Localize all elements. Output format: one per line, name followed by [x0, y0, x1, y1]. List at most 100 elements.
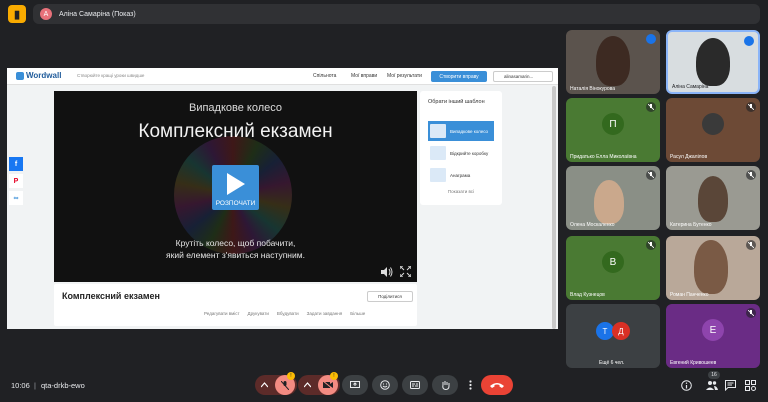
presenting-chip[interactable]: А Аліна Самаріна (Показ)	[33, 4, 760, 24]
meet-app-icon[interactable]: ▮	[8, 5, 26, 23]
bottom-bar: 10:06 | qta-drkb-ewo ! ! 16	[0, 370, 768, 402]
participant-tile[interactable]: П Придатько Елла Миколаївна	[566, 98, 660, 162]
nav-community[interactable]: Спільнота	[313, 73, 336, 79]
template-option[interactable]: Анаграма	[428, 165, 494, 185]
share-button[interactable]: Поділитися	[367, 291, 413, 302]
mic-off-icon	[746, 170, 756, 180]
participant-tile[interactable]: Е Евгений Кривошеев	[666, 304, 760, 368]
camera-control[interactable]: !	[298, 372, 340, 395]
hang-up-icon	[490, 383, 504, 388]
user-menu[interactable]: alinasamarin...	[493, 71, 553, 82]
more-link[interactable]: Більше	[350, 311, 365, 316]
mic-off-icon	[746, 308, 756, 318]
volume-icon[interactable]	[381, 267, 393, 277]
meeting-code[interactable]: qta-drkb-ewo	[41, 381, 85, 390]
more-vert-icon	[468, 380, 472, 390]
box-thumb-icon	[430, 146, 446, 160]
participant-name: Расул Джалілов	[670, 154, 708, 160]
meeting-info-button[interactable]	[680, 379, 692, 391]
participant-tile[interactable]: Наталія Вінокурова	[566, 30, 660, 94]
activities-button[interactable]	[744, 379, 756, 391]
activity-title: Комплексний екзамен	[138, 121, 333, 142]
anagram-thumb-icon	[430, 168, 446, 182]
participant-avatar-photo	[702, 113, 724, 135]
pinterest-icon[interactable]: P	[9, 174, 23, 188]
facebook-icon[interactable]: f	[9, 157, 23, 171]
page-scrollbar[interactable]	[552, 86, 556, 329]
captions-button[interactable]	[402, 375, 428, 395]
nav-my-results[interactable]: Мої результати	[387, 73, 422, 79]
activity-info-title: Комплексний екзамен	[62, 291, 160, 301]
social-share-rail: f P ∞	[9, 157, 23, 208]
link-icon[interactable]: ∞	[9, 191, 23, 205]
participant-video	[698, 176, 728, 222]
raise-hand-button[interactable]	[432, 375, 458, 395]
wordwall-logo-text: Wordwall	[26, 71, 62, 80]
participant-name: Олена Москаленко	[570, 222, 615, 228]
mic-off-icon	[746, 240, 756, 250]
participant-video	[694, 240, 728, 294]
participant-avatar: Д	[612, 322, 630, 340]
edit-content-link[interactable]: Редагувати вміст	[204, 311, 240, 316]
people-icon	[706, 381, 718, 390]
participant-tile[interactable]: Расул Джалілов	[666, 98, 760, 162]
template-panel: Обрати інший шаблон Випадкове колесо Від…	[420, 91, 502, 205]
participant-tile[interactable]: Катерина Бутенко	[666, 166, 760, 230]
participant-tile[interactable]: В Влад Кузнецов	[566, 236, 660, 300]
clock: 10:06	[11, 381, 30, 390]
meet-window: ▮ А Аліна Самаріна (Показ) Wordwall Ство…	[0, 0, 768, 402]
leave-call-button[interactable]	[481, 375, 513, 395]
wheel-thumb-icon	[430, 124, 446, 138]
participant-video	[594, 180, 624, 224]
mic-off-icon	[746, 102, 756, 112]
emoji-icon	[380, 380, 390, 390]
chat-icon	[724, 379, 736, 391]
print-link[interactable]: Друкувати	[248, 311, 269, 316]
participant-tile[interactable]: Олена Москаленко	[566, 166, 660, 230]
template-name: Випадкове колесо	[188, 102, 282, 114]
activity-hint: Крутіть колесо, щоб побачити, який елеме…	[54, 237, 417, 261]
people-count-badge: 16	[708, 371, 720, 379]
activity-player[interactable]: Випадкове колесо Комплексний екзамен РОЗ…	[54, 91, 417, 282]
show-all-templates-link[interactable]: Показати всі	[420, 189, 502, 194]
chevron-up-icon[interactable]	[261, 382, 268, 388]
create-activity-button[interactable]: Створити вправу	[431, 71, 487, 82]
participant-name: Влад Кузнецов	[570, 292, 605, 298]
assign-link[interactable]: Задати завдання	[307, 311, 343, 316]
more-participants-tile[interactable]: Т Д Ещё 6 чел.	[566, 304, 660, 368]
camera-warning-badge: !	[330, 372, 338, 380]
participant-tile[interactable]: Аліна Самаріна	[666, 30, 760, 94]
present-button[interactable]	[342, 375, 368, 395]
template-option[interactable]: Відкрийте коробку	[428, 143, 494, 163]
more-participants-label: Ещё 6 чел.	[599, 360, 625, 366]
people-button[interactable]	[706, 379, 718, 391]
activities-icon	[744, 379, 756, 391]
nav-my-activities[interactable]: Мої вправи	[351, 73, 377, 79]
shared-screen: Wordwall Створюйте кращі уроки швидше Сп…	[7, 68, 558, 329]
participant-name: Евгений Кривошеев	[670, 360, 717, 366]
more-options-button[interactable]	[462, 375, 478, 395]
participant-name: Аліна Самаріна	[672, 84, 709, 90]
mic-off-icon	[281, 380, 289, 390]
template-option[interactable]: Випадкове колесо	[428, 121, 494, 141]
wordwall-tagline: Створюйте кращі уроки швидше	[77, 73, 145, 78]
hint-line-2: який елемент з'явиться наступним.	[166, 250, 305, 260]
chevron-up-icon[interactable]	[304, 382, 311, 388]
camera-off-icon	[323, 381, 333, 389]
participant-video	[696, 38, 730, 86]
participant-name: Наталія Вінокурова	[570, 86, 616, 92]
participant-tile[interactable]: Роман Панченко	[666, 236, 760, 300]
template-option-label: Анаграма	[450, 172, 471, 178]
mic-off-icon	[646, 170, 656, 180]
separator: |	[34, 381, 36, 390]
reactions-button[interactable]	[372, 375, 398, 395]
mic-control[interactable]: !	[255, 372, 297, 395]
embed-link[interactable]: Вбудувати	[277, 311, 299, 316]
wordwall-logo[interactable]: Wordwall	[16, 71, 61, 80]
present-screen-icon	[350, 381, 360, 388]
fullscreen-icon[interactable]	[400, 266, 411, 277]
info-icon	[680, 379, 692, 391]
start-button[interactable]: РОЗПОЧАТИ	[212, 165, 259, 210]
chat-button[interactable]	[724, 379, 736, 391]
hint-line-1: Крутіть колесо, щоб побачити,	[175, 238, 296, 248]
